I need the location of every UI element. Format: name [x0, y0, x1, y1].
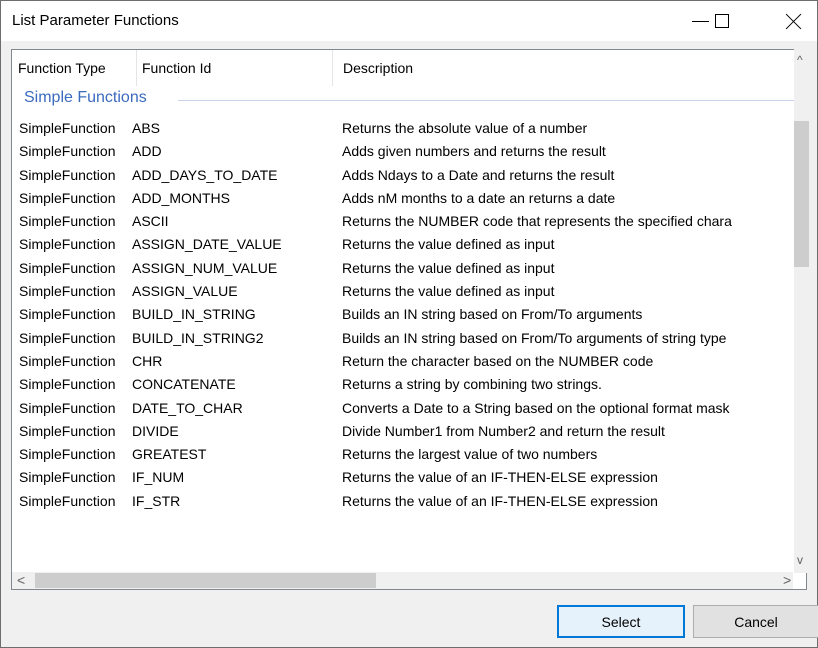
- dialog-window: List Parameter Functions Function Type F…: [0, 0, 818, 648]
- list-item[interactable]: SimpleFunction ASSIGN_NUM_VALUE Returns th…: [12, 257, 804, 280]
- description-cell: Returns a string by combining two string…: [342, 376, 602, 393]
- column-header-description[interactable]: Description: [332, 50, 804, 86]
- description-cell: Converts a Date to a String based on the…: [342, 399, 730, 416]
- function-id-cell: BUILD_IN_STRING: [132, 306, 256, 323]
- function-id-cell: DATE_TO_CHAR: [132, 399, 243, 416]
- function-type-cell: SimpleFunction: [19, 492, 116, 509]
- description-cell: Returns the value of an IF-THEN-ELSE exp…: [342, 469, 658, 486]
- description-cell: Return the character based on the NUMBER…: [342, 352, 654, 369]
- description-cell: Returns the absolute value of a number: [342, 120, 588, 136]
- list-item[interactable]: SimpleFunction ASSIGN_DATE_VALUE Returns t…: [12, 233, 804, 256]
- function-type-cell: SimpleFunction: [19, 189, 116, 206]
- list-item[interactable]: SimpleFunction IF_STR Returns the value of…: [12, 490, 804, 513]
- description-cell: Returns the NUMBER code that represents …: [342, 213, 732, 230]
- column-header-function-type[interactable]: Function Type: [12, 50, 136, 86]
- list-item[interactable]: SimpleFunction BUILD_IN_STRING2 Builds an …: [12, 327, 804, 350]
- description-cell: Returns the largest value of two numbers: [342, 446, 598, 463]
- scroll-left-icon[interactable]: <: [17, 572, 25, 588]
- description-cell: Returns the value defined as input: [342, 283, 555, 300]
- function-type-cell: SimpleFunction: [19, 352, 116, 369]
- scroll-up-icon[interactable]: ^: [797, 53, 803, 67]
- list-item[interactable]: SimpleFunction IF_NUM Returns the value of…: [12, 466, 804, 489]
- function-id-cell: ABS: [132, 120, 161, 136]
- list-item[interactable]: SimpleFunction DIVIDE Divide Number1 from …: [12, 420, 804, 443]
- function-id-cell: ADD: [132, 143, 162, 160]
- list-item[interactable]: SimpleFunction CHR Return the character ba…: [12, 350, 804, 373]
- function-id-cell: ASSIGN_NUM_VALUE: [132, 259, 278, 276]
- function-id-cell: ADD_MONTHS: [132, 189, 231, 206]
- close-icon: [786, 13, 802, 29]
- group-label: Simple Functions: [24, 89, 147, 106]
- function-type-cell: SimpleFunction: [19, 469, 116, 486]
- function-type-cell: SimpleFunction: [19, 213, 116, 230]
- close-button[interactable]: [770, 1, 817, 41]
- list-item[interactable]: SimpleFunction DATE_TO_CHAR Converts a Dat…: [12, 397, 804, 420]
- function-id-cell: ASCII: [132, 213, 169, 230]
- list-item[interactable]: SimpleFunction ADD_DAYS_TO_DATE Adds Ndays…: [12, 164, 804, 187]
- list-item[interactable]: SimpleFunction ASCII Returns the NUMBER co…: [12, 210, 804, 233]
- scroll-down-icon[interactable]: v: [797, 553, 803, 567]
- description-cell: Returns the value of an IF-THEN-ELSE exp…: [342, 492, 658, 509]
- group-header[interactable]: Simple Functions: [12, 87, 804, 111]
- list-rows: SimpleFunction ABS Returns the absolute va…: [12, 117, 804, 513]
- list-item[interactable]: SimpleFunction ABS Returns the absolute va…: [12, 117, 804, 140]
- maximize-button[interactable]: [698, 1, 745, 41]
- scroll-right-icon[interactable]: >: [783, 572, 791, 588]
- functions-list[interactable]: Function Type Function Id Description Si…: [11, 49, 807, 590]
- vertical-scrollbar-thumb[interactable]: [794, 121, 809, 267]
- function-type-cell: SimpleFunction: [19, 329, 116, 346]
- function-id-cell: BUILD_IN_STRING2: [132, 329, 264, 346]
- function-type-cell: SimpleFunction: [19, 376, 116, 393]
- function-id-cell: CHR: [132, 352, 163, 369]
- function-id-cell: CONCATENATE: [132, 376, 236, 393]
- function-type-cell: SimpleFunction: [19, 166, 116, 183]
- function-id-cell: IF_STR: [132, 492, 181, 509]
- description-cell: Adds Ndays to a Date and returns the res…: [342, 166, 615, 183]
- function-type-cell: SimpleFunction: [19, 259, 116, 276]
- maximize-icon: [714, 14, 729, 28]
- horizontal-scrollbar-thumb[interactable]: [35, 573, 376, 588]
- window-title: List Parameter Functions: [12, 12, 179, 29]
- description-cell: Adds given numbers and returns the resul…: [342, 143, 606, 160]
- function-type-cell: SimpleFunction: [19, 399, 116, 416]
- list-header: Function Type Function Id Description: [12, 50, 804, 86]
- function-id-cell: GREATEST: [132, 446, 207, 463]
- list-item[interactable]: SimpleFunction CONCATENATE Returns a strin…: [12, 373, 804, 396]
- cancel-button[interactable]: Cancel: [693, 605, 818, 638]
- function-type-cell: SimpleFunction: [19, 306, 116, 323]
- description-cell: Returns the value defined as input: [342, 236, 555, 253]
- function-id-cell: IF_NUM: [132, 469, 185, 486]
- function-id-cell: ASSIGN_DATE_VALUE: [132, 236, 282, 253]
- select-button[interactable]: Select: [557, 605, 685, 638]
- list-item[interactable]: SimpleFunction ASSIGN_VALUE Returns the va…: [12, 280, 804, 303]
- description-cell: Builds an IN string based on From/To arg…: [342, 329, 727, 346]
- list-item[interactable]: SimpleFunction ADD_MONTHS Adds nM months t…: [12, 187, 804, 210]
- group-divider: [178, 100, 802, 101]
- list-item[interactable]: SimpleFunction GREATEST Returns the larges…: [12, 443, 804, 466]
- list-item[interactable]: SimpleFunction BUILD_IN_STRING Builds an I…: [12, 303, 804, 326]
- list-item[interactable]: SimpleFunction ADD Adds given numbers and …: [12, 140, 804, 163]
- function-type-cell: SimpleFunction: [19, 143, 116, 160]
- description-cell: Adds nM months to a date an returns a da…: [342, 189, 616, 206]
- function-id-cell: DIVIDE: [132, 422, 179, 439]
- function-id-cell: ADD_DAYS_TO_DATE: [132, 166, 278, 183]
- function-id-cell: ASSIGN_VALUE: [132, 283, 238, 300]
- function-type-cell: SimpleFunction: [19, 446, 116, 463]
- function-type-cell: SimpleFunction: [19, 236, 116, 253]
- function-type-cell: SimpleFunction: [19, 422, 116, 439]
- description-cell: Returns the value defined as input: [342, 259, 555, 276]
- function-type-cell: SimpleFunction: [19, 120, 116, 136]
- description-cell: Builds an IN string based on From/To arg…: [342, 306, 643, 323]
- function-type-cell: SimpleFunction: [19, 283, 116, 300]
- description-cell: Divide Number1 from Number2 and return t…: [342, 422, 665, 439]
- column-header-function-id[interactable]: Function Id: [136, 50, 332, 86]
- title-bar[interactable]: List Parameter Functions: [1, 1, 817, 41]
